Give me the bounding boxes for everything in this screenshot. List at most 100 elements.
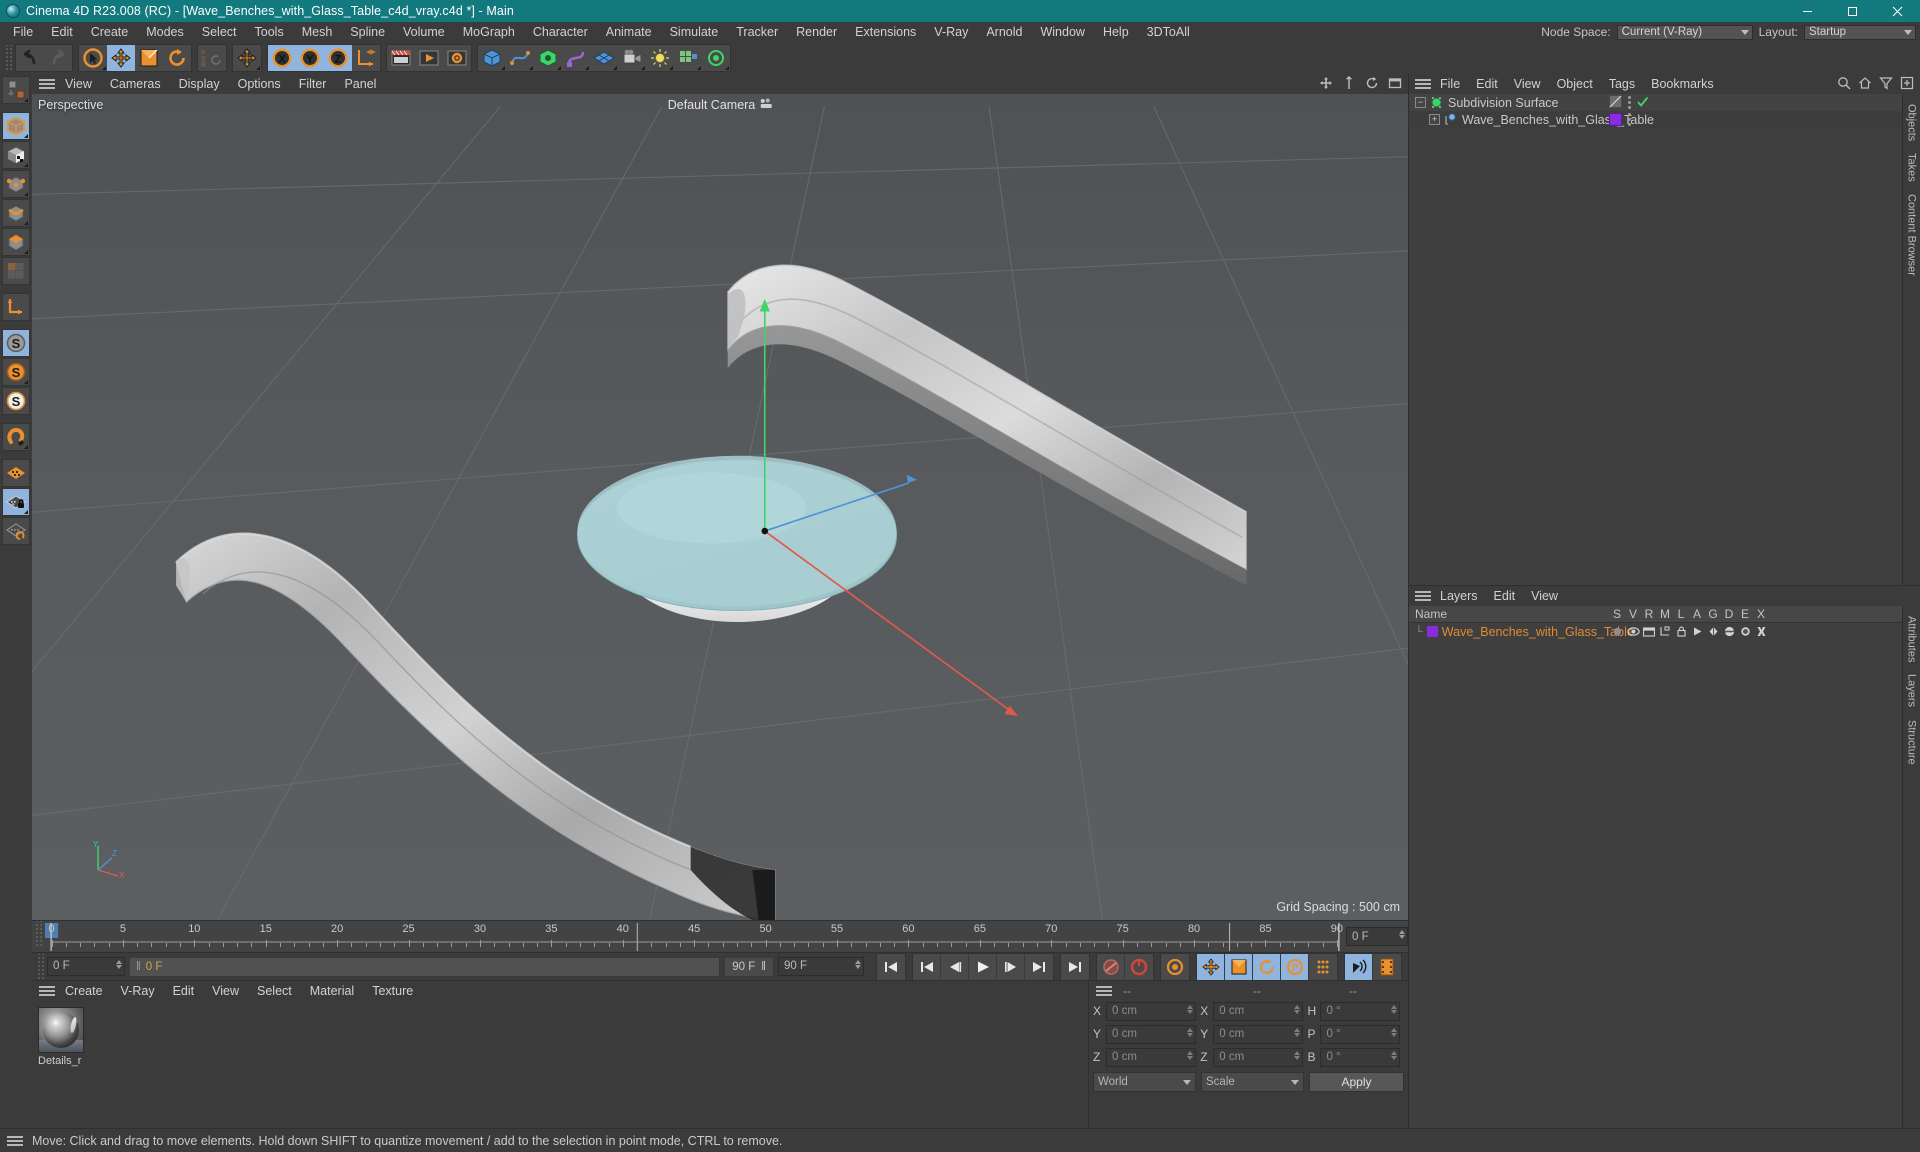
expand-collapse-icon[interactable]: − [1415,97,1426,108]
close-button[interactable] [1875,0,1920,22]
axis-modify-button[interactable] [2,293,30,321]
menu-item-mesh[interactable]: Mesh [293,22,342,42]
tab-takes[interactable]: Takes [1904,147,1920,188]
y-axis-button[interactable]: Y [296,45,324,71]
minimize-button[interactable] [1785,0,1830,22]
world-object-axis-button[interactable] [233,45,261,71]
material-menu-vray[interactable]: V-Ray [112,981,164,1001]
step-forward-button[interactable] [997,953,1025,980]
sound-button[interactable] [1345,953,1373,980]
rotate-tool-button[interactable] [163,45,191,71]
layer-manager-hamburger-icon[interactable] [1414,589,1432,603]
layer-menu-edit[interactable]: Edit [1486,586,1524,606]
layer-animation-icon[interactable] [1689,626,1705,637]
viewport-hamburger-icon[interactable] [38,77,56,91]
material-thumbnail[interactable] [38,1007,84,1053]
tag-dots-icon[interactable] [1627,96,1631,109]
live-selection-button[interactable] [79,45,107,71]
toolbar-grip[interactable] [4,45,13,71]
menu-item-modes[interactable]: Modes [137,22,193,42]
stepper-icon[interactable] [1294,1004,1301,1014]
object-menu-edit[interactable]: Edit [1468,74,1506,94]
menu-item-arnold[interactable]: Arnold [977,22,1031,42]
object-menu-object[interactable]: Object [1549,74,1601,94]
timeline-grip[interactable] [34,921,43,947]
texture-mode-button[interactable] [2,141,30,169]
viewport-menu-panel[interactable]: Panel [335,74,385,94]
magnet-button[interactable] [2,423,30,451]
uv-polygons-mode-button[interactable] [2,257,30,285]
viewport-menu-display[interactable]: Display [170,74,229,94]
quantize-button[interactable]: S [2,387,30,415]
coordinates-hamburger-icon[interactable] [1095,984,1113,998]
scale-tool-button[interactable] [135,45,163,71]
lock-workplane-button[interactable] [2,488,30,516]
viewport-menu-filter[interactable]: Filter [290,74,336,94]
layer-color-swatch[interactable] [1426,626,1438,637]
material-menu-edit[interactable]: Edit [164,981,204,1001]
menu-item-character[interactable]: Character [524,22,597,42]
render-settings-button[interactable] [443,45,471,71]
menu-item-volume[interactable]: Volume [394,22,454,42]
layer-tag-icon[interactable] [1609,113,1622,126]
maximize-viewport-icon[interactable] [1388,76,1402,93]
viewport-menu-view[interactable]: View [56,74,101,94]
object-tree[interactable]: − Subdivision Surface + Wave_Benches_wit… [1409,94,1902,585]
add-light-button[interactable] [646,45,674,71]
coord-field-rot-h[interactable]: 0 ° [1320,1001,1400,1021]
range-handle-left-icon[interactable]: ‖ [136,961,141,973]
stepper-icon[interactable] [1390,1050,1397,1060]
maximize-button[interactable] [1830,0,1875,22]
filter-icon[interactable] [1879,76,1893,93]
render-view-button[interactable] [387,45,415,71]
step-back-button[interactable] [941,953,969,980]
point-level-anim-button[interactable] [1309,953,1337,980]
mograph-button[interactable] [674,45,702,71]
layer-xpresso-icon[interactable] [1753,626,1769,637]
menu-item-window[interactable]: Window [1031,22,1093,42]
layer-solo-icon[interactable] [1609,626,1625,637]
coord-field-pos-y[interactable]: 0 cm [1106,1024,1197,1044]
menu-item-render[interactable]: Render [787,22,846,42]
scale-key-button[interactable] [1225,953,1253,980]
enable-snapping-button[interactable]: S [2,329,30,357]
coord-field-size-x[interactable]: 0 cm [1213,1001,1304,1021]
object-row-subdivision-surface[interactable]: − Subdivision Surface [1409,94,1902,111]
render-to-picture-viewer-button[interactable] [415,45,443,71]
move-tool-button[interactable] [107,45,135,71]
object-manager-hamburger-icon[interactable] [1414,77,1432,91]
search-icon[interactable] [1837,76,1851,93]
layer-render-icon[interactable] [1641,626,1657,637]
stepper-icon[interactable] [116,959,122,969]
timeline-filmstrip-button[interactable] [1373,953,1401,980]
layer-deformer-icon[interactable] [1721,626,1737,637]
layer-expression-icon[interactable] [1737,626,1753,637]
enabled-check-icon[interactable] [1636,95,1649,111]
snap-settings-button[interactable]: S [2,358,30,386]
stepper-icon[interactable] [855,959,861,969]
layer-visible-icon[interactable] [1625,626,1641,637]
status-hamburger-icon[interactable] [6,1134,24,1148]
add-camera-button[interactable] [618,45,646,71]
layer-lock-icon[interactable] [1673,626,1689,637]
coord-field-rot-b[interactable]: 0 ° [1320,1047,1400,1067]
material-menu-material[interactable]: Material [301,981,363,1001]
add-deformer-button[interactable] [562,45,590,71]
add-cube-button[interactable] [478,45,506,71]
menu-item-create[interactable]: Create [82,22,138,42]
layer-manager-icon[interactable] [1657,626,1673,637]
object-menu-view[interactable]: View [1506,74,1549,94]
stepper-icon[interactable] [1399,930,1405,939]
current-frame-field[interactable]: 0 F [47,956,125,976]
material-menu-view[interactable]: View [203,981,248,1001]
menu-item-help[interactable]: Help [1094,22,1138,42]
rotate-viewport-icon[interactable] [1365,76,1379,93]
viewport-menu-options[interactable]: Options [229,74,290,94]
add-layer-icon[interactable] [1900,76,1914,93]
go-to-start-button[interactable] [877,953,905,980]
go-to-end-button[interactable] [1061,953,1089,980]
record-active-objects-button[interactable] [1097,953,1125,980]
z-axis-button[interactable]: Z [324,45,352,71]
object-menu-tags[interactable]: Tags [1601,74,1643,94]
edges-mode-button[interactable] [2,199,30,227]
